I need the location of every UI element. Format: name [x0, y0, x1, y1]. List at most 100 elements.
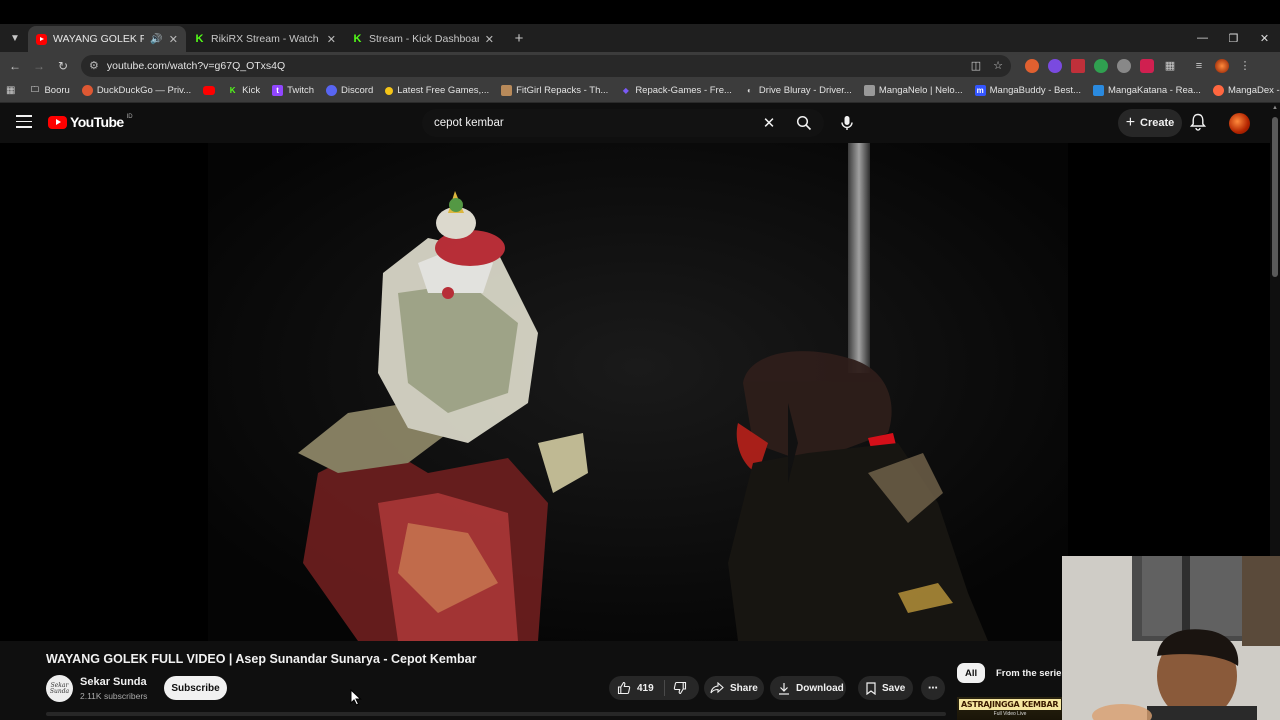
browser-tab-1[interactable]: WAYANG GOLEK FULL VIDEO 🔊 ✕	[28, 26, 186, 52]
extension-icon[interactable]	[1117, 58, 1131, 73]
download-icon	[779, 682, 789, 695]
channel-avatar[interactable]: Sekar Sunda	[46, 675, 73, 702]
bell-icon	[1189, 113, 1207, 131]
microphone-icon	[841, 116, 853, 130]
download-label: Download	[796, 682, 844, 694]
create-label: Create	[1140, 117, 1175, 129]
clear-search-icon[interactable]: ✕	[754, 114, 784, 132]
search-input[interactable]: cepot kembar	[434, 117, 754, 129]
address-bar[interactable]: ⚙ youtube.com/watch?v=g67Q_OTxs4Q ◫ ☆	[81, 54, 1011, 77]
extension-icon[interactable]	[1048, 58, 1062, 73]
bookmark-star-icon[interactable]: ☆	[993, 59, 1003, 72]
mouse-cursor-icon	[350, 689, 362, 706]
drive-icon: ◐	[747, 86, 752, 95]
plus-icon: +	[1125, 114, 1136, 131]
duckduckgo-icon	[81, 85, 93, 96]
window-controls: — ❐ ✕	[1187, 24, 1280, 52]
extension-icon[interactable]	[1071, 58, 1085, 73]
url-text[interactable]: youtube.com/watch?v=g67Q_OTxs4Q	[107, 60, 971, 72]
channel-name[interactable]: Sekar Sunda	[80, 676, 147, 688]
minimize-icon[interactable]: —	[1187, 32, 1218, 44]
share-label: Share	[730, 682, 758, 694]
bookmark-item[interactable]: Discord	[320, 85, 379, 96]
reload-icon[interactable]: ↻	[51, 59, 75, 73]
extension-icon[interactable]	[1094, 58, 1108, 73]
forward-icon[interactable]: →	[27, 59, 51, 73]
mangakatana-icon	[1092, 85, 1104, 96]
share-icon	[710, 682, 724, 694]
back-icon[interactable]: ←	[3, 59, 27, 73]
search-button[interactable]	[784, 109, 824, 137]
tab-close-icon[interactable]: ✕	[169, 33, 178, 46]
thumbs-up-icon	[617, 681, 631, 695]
tab-title: Stream - Kick Dashboard	[369, 33, 479, 45]
bookmark-item[interactable]: ◐ Drive Bluray - Driver...	[738, 85, 858, 96]
profile-avatar-icon[interactable]	[1215, 58, 1229, 73]
bookmark-item[interactable]: 🗀 Booru	[23, 84, 75, 97]
webcam-person-illustration	[1062, 556, 1280, 720]
tab-search-icon[interactable]: ▼	[4, 27, 26, 49]
create-button[interactable]: + Create	[1118, 109, 1182, 137]
account-avatar[interactable]	[1229, 113, 1250, 134]
bookmark-item[interactable]: Latest Free Games,...	[379, 85, 495, 96]
bookmark-item[interactable]	[197, 86, 221, 95]
twitch-icon: t	[272, 85, 284, 96]
install-app-icon[interactable]: ◫	[971, 59, 981, 72]
media-control-icon[interactable]: ≡	[1192, 59, 1206, 73]
wayang-puppets-illustration	[208, 143, 1068, 641]
video-title: WAYANG GOLEK FULL VIDEO | Asep Sunandar …	[46, 652, 477, 666]
puzzle-icon[interactable]: ▦	[1163, 59, 1177, 73]
subscribe-button[interactable]: Subscribe	[164, 676, 227, 700]
bookmark-item[interactable]: FitGirl Repacks - Th...	[495, 85, 614, 96]
browser-tab-3[interactable]: K Stream - Kick Dashboard ✕	[344, 26, 502, 52]
bookmark-item[interactable]: MangaDex - High q...	[1207, 85, 1280, 96]
bookmark-item[interactable]: DuckDuckGo — Priv...	[76, 85, 197, 96]
extension-icon[interactable]	[1140, 58, 1154, 73]
bookmarks-bar: ▦ 🗀 Booru DuckDuckGo — Priv... K Kick t Twi…	[0, 79, 1280, 103]
scrollbar-thumb[interactable]	[1272, 117, 1278, 277]
voice-search-button[interactable]	[832, 109, 862, 137]
browser-tab-bar: ▼ WAYANG GOLEK FULL VIDEO 🔊 ✕ K RikiRX S…	[0, 24, 1280, 52]
browser-tab-2[interactable]: K RikiRX Stream - Watch Live on ✕	[186, 26, 344, 52]
tab-close-icon[interactable]: ✕	[485, 33, 494, 46]
restore-icon[interactable]: ❐	[1218, 32, 1249, 45]
speaker-icon[interactable]: 🔊	[150, 34, 162, 45]
chip-all[interactable]: All	[957, 663, 986, 683]
browser-toolbar: ← → ↻ ⚙ youtube.com/watch?v=g67Q_OTxs4Q …	[0, 52, 1280, 79]
repack-icon: ◆	[622, 86, 629, 95]
bookmark-item[interactable]: t Twitch	[266, 85, 320, 96]
bookmark-item[interactable]: ◆ Repack-Games - Fre...	[614, 85, 738, 96]
bookmark-icon	[866, 681, 876, 695]
apps-grid-icon[interactable]: ▦	[6, 85, 15, 96]
search-box[interactable]: cepot kembar ✕	[422, 109, 824, 137]
youtube-logo[interactable]: YouTube ID	[48, 114, 133, 130]
download-button[interactable]: Download	[770, 676, 846, 700]
folder-icon: 🗀	[30, 84, 39, 94]
hamburger-menu-icon[interactable]	[16, 115, 32, 132]
scroll-up-icon[interactable]: ▲	[1272, 105, 1278, 111]
thumbnail-subtitle: Full Video Live	[993, 711, 1027, 717]
save-button[interactable]: Save	[858, 676, 913, 700]
bookmark-item[interactable]: MangaKatana - Rea...	[1087, 85, 1207, 96]
tab-close-icon[interactable]: ✕	[327, 33, 336, 46]
recommended-video-thumbnail[interactable]: ASTRAJINGGA KEMBAR Full Video Live	[957, 697, 1063, 720]
extension-icon[interactable]	[1025, 58, 1039, 73]
manganelo-icon	[863, 85, 875, 96]
kick-favicon-icon: K	[195, 33, 204, 45]
more-actions-icon[interactable]: ⋯	[921, 676, 945, 700]
bookmark-item[interactable]: K Kick	[221, 85, 266, 96]
description-box-edge	[46, 712, 946, 716]
bookmark-item[interactable]: m MangaBuddy - Best...	[969, 85, 1087, 96]
kebab-menu-icon[interactable]: ⋮	[1238, 59, 1252, 73]
new-tab-icon[interactable]: +	[508, 27, 530, 49]
mangadex-icon	[1212, 85, 1224, 96]
like-button[interactable]: 419	[617, 680, 665, 696]
site-info-icon[interactable]: ⚙	[89, 59, 99, 72]
notifications-button[interactable]	[1189, 113, 1207, 136]
bookmark-item[interactable]: MangaNelo | Nelo...	[858, 85, 969, 96]
share-button[interactable]: Share	[704, 676, 764, 700]
youtube-favicon-icon	[36, 33, 47, 45]
window-close-icon[interactable]: ✕	[1249, 32, 1280, 45]
screen-top-strip	[0, 0, 1280, 24]
dislike-button[interactable]	[665, 681, 687, 695]
